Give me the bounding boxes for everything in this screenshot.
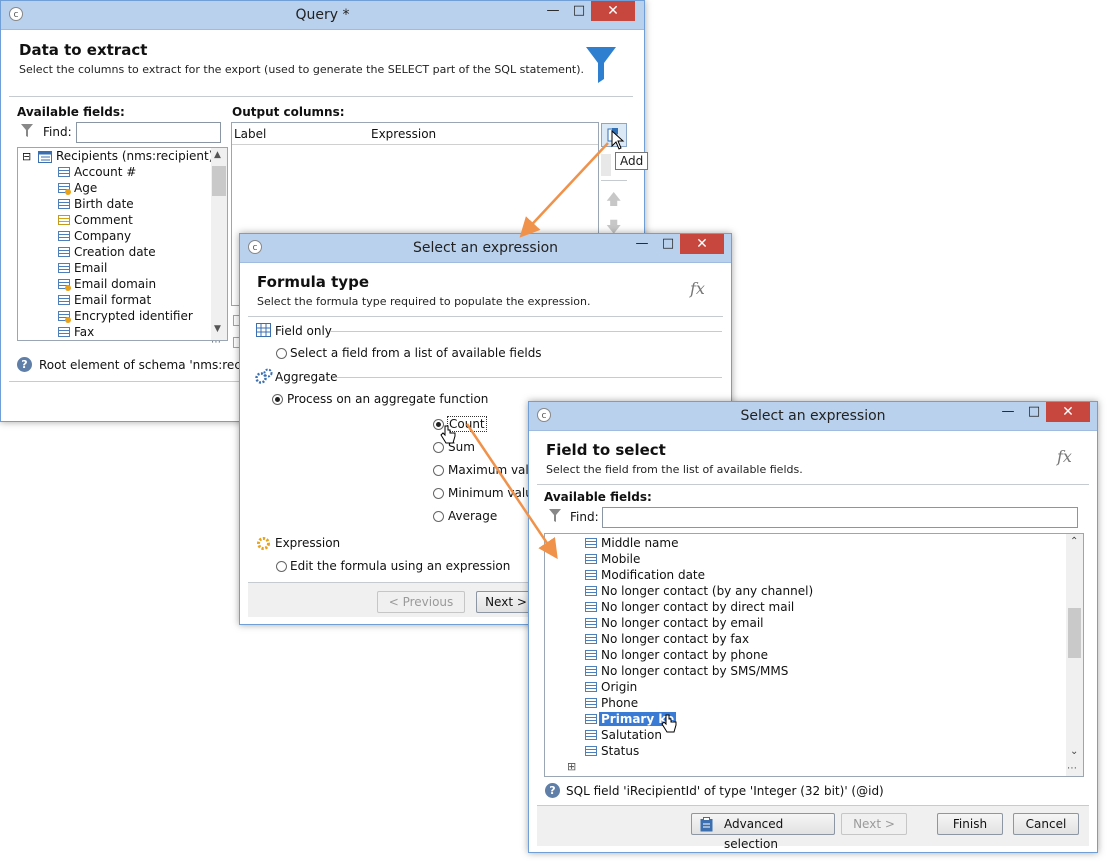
hand-cursor-icon [661, 714, 677, 733]
arrow-add-to-formula [519, 142, 609, 238]
pointer-cursor-icon [611, 130, 625, 150]
annotation-arrows [465, 142, 609, 560]
hand-cursor-icon [440, 425, 456, 444]
arrow-count-to-field [465, 423, 558, 560]
